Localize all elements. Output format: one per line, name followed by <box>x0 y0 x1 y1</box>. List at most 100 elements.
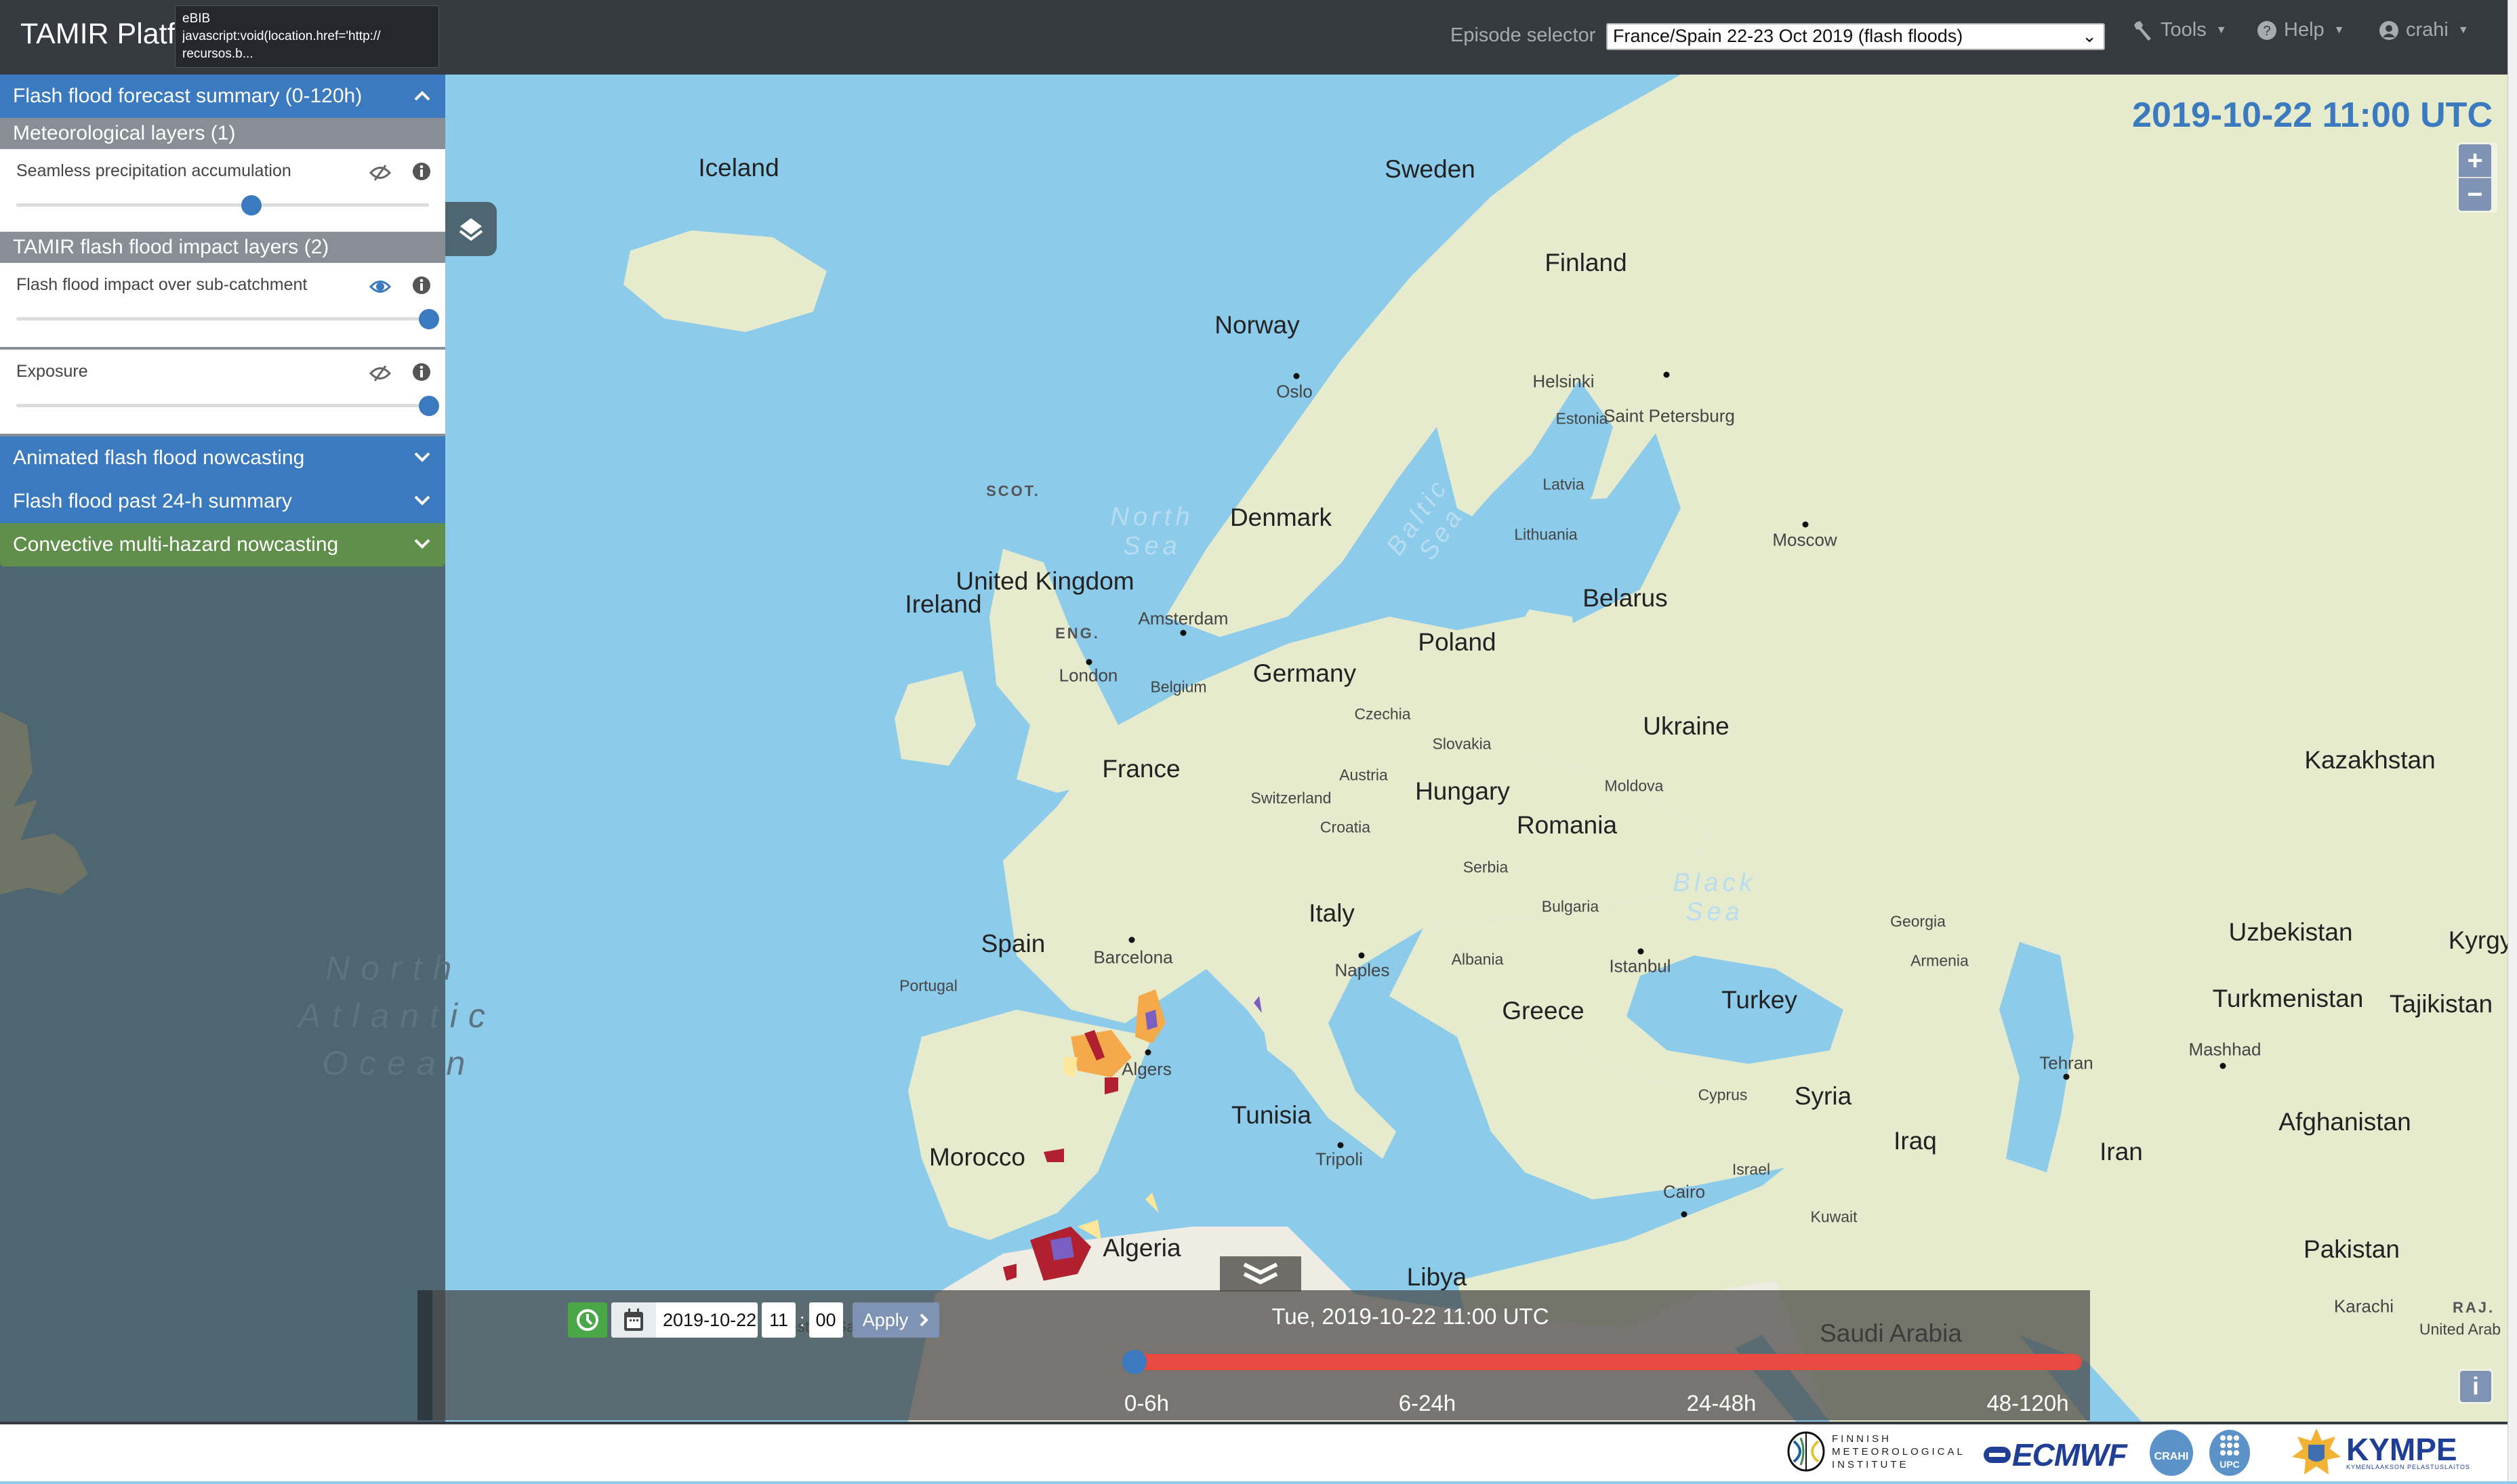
slider-thumb[interactable] <box>241 195 262 215</box>
minute-input[interactable]: 00 <box>809 1302 843 1338</box>
info-icon[interactable] <box>413 275 430 299</box>
apply-button[interactable]: Apply <box>852 1302 939 1338</box>
episode-selector-label: Episode selector <box>1450 24 1596 46</box>
info-icon[interactable] <box>413 362 430 386</box>
clock-button[interactable] <box>568 1302 607 1338</box>
layer-item: Exposure <box>0 350 445 436</box>
timeline-slider[interactable] <box>1122 1350 2082 1374</box>
ecmwf-logo[interactable]: ECMWF <box>1982 1437 2127 1473</box>
sidebar: Flash flood forecast summary (0-120h) Me… <box>0 75 485 1422</box>
zoom-in-button[interactable]: + <box>2459 144 2491 178</box>
info-button[interactable]: i <box>2460 1371 2491 1402</box>
help-label: Help <box>2284 19 2325 41</box>
map-label-romania: Romania <box>1516 811 1618 839</box>
sea-label-north: North <box>325 949 463 987</box>
info-icon[interactable] <box>413 161 430 185</box>
map-label-france: France <box>1102 755 1181 783</box>
layers-toggle-button[interactable] <box>445 202 497 256</box>
map-label-austria: Austria <box>1339 766 1388 784</box>
map-label-united-kingdom: United Kingdom <box>956 567 1134 595</box>
map-label-albania: Albania <box>1451 950 1504 968</box>
accordion-title: Flash flood past 24-h summary <box>13 490 292 512</box>
timeline-tick: 0-6h <box>1124 1390 1170 1416</box>
timeline-handle[interactable] <box>1122 1350 1147 1374</box>
calendar-button[interactable] <box>611 1302 656 1338</box>
time-separator: : <box>800 1309 805 1330</box>
map-label-moscow: Moscow <box>1772 529 1837 550</box>
opacity-slider[interactable] <box>16 396 439 416</box>
accordion-animated-nowcasting[interactable]: Animated flash flood nowcasting <box>0 436 445 480</box>
opacity-slider[interactable] <box>16 309 439 329</box>
calendar-icon <box>624 1308 643 1331</box>
crahi-logo[interactable]: CRAHI <box>2147 1428 2196 1477</box>
chevron-down-icon: ⌄ <box>2082 26 2097 46</box>
eye-slash-icon[interactable] <box>369 365 392 386</box>
map-label-raj-: RAJ. <box>2452 1299 2495 1316</box>
chevron-up-icon[interactable] <box>414 87 430 106</box>
map-label-moldova: Moldova <box>1604 777 1664 795</box>
map-label-sweden: Sweden <box>1385 155 1475 183</box>
group-impact-layers[interactable]: TAMIR flash flood impact layers (2) <box>0 232 445 263</box>
fmi-logo[interactable]: FINNISH METEOROLOGICAL INSTITUTE <box>1786 1431 1965 1472</box>
map-label-hungary: Hungary <box>1415 777 1510 805</box>
help-menu[interactable]: ? Help ▼ <box>2257 19 2345 41</box>
episode-selector[interactable]: France/Spain 22-23 Oct 2019 (flash flood… <box>1606 23 2105 50</box>
map-info-control[interactable]: i <box>2458 1369 2493 1404</box>
episode-selector-value: France/Spain 22-23 Oct 2019 (flash flood… <box>1613 26 1963 46</box>
hour-input[interactable]: 11 <box>762 1302 796 1338</box>
timeline-collapse-button[interactable] <box>1220 1256 1301 1292</box>
upc-logo[interactable]: UPC <box>2207 1428 2253 1477</box>
map-label-kuwait: Kuwait <box>1810 1208 1858 1226</box>
tools-menu[interactable]: Tools ▼ <box>2133 19 2227 41</box>
map-label-iceland: Iceland <box>698 154 779 182</box>
slider-thumb[interactable] <box>419 309 439 329</box>
map-label-algeria: Algeria <box>1103 1234 1181 1262</box>
map-label-naples: Naples <box>1334 960 1390 981</box>
fmi-line: INSTITUTE <box>1832 1458 1909 1470</box>
group-meteorological-layers[interactable]: Meteorological layers (1) <box>0 118 445 149</box>
map-label-lithuania: Lithuania <box>1514 525 1578 543</box>
accordion-past-24h-summary[interactable]: Flash flood past 24-h summary <box>0 480 445 523</box>
window-scrollbar[interactable] <box>2508 0 2517 1481</box>
zoom-out-button[interactable]: − <box>2459 178 2491 211</box>
ecmwf-text: ECMWF <box>2012 1437 2127 1472</box>
date-input[interactable]: 2019-10-22 <box>656 1302 758 1338</box>
map-label-cyprus: Cyprus <box>1698 1086 1748 1104</box>
map-label-iraq: Iraq <box>1894 1127 1937 1155</box>
tooltip-line: recursos.b... <box>182 47 253 61</box>
chevron-down-icon[interactable] <box>414 449 430 468</box>
city-dot <box>1358 952 1365 959</box>
map-label-tehran: Tehran <box>2039 1052 2093 1073</box>
upc-text: UPC <box>2219 1459 2240 1470</box>
slider-thumb[interactable] <box>419 396 439 416</box>
top-navbar: TAMIR Platform eBIB javascript:void(loca… <box>0 0 2508 75</box>
timeline-tick: 6-24h <box>1398 1390 1456 1416</box>
opacity-slider[interactable] <box>16 195 429 215</box>
map-label-belarus: Belarus <box>1582 584 1668 612</box>
crahi-text: CRAHI <box>2154 1451 2189 1462</box>
map-label-united-arab: United Arab <box>2419 1320 2501 1338</box>
map-label-switzerland: Switzerland <box>1250 789 1332 807</box>
map-label-afghanistan: Afghanistan <box>2278 1108 2411 1136</box>
map-label-poland: Poland <box>1418 628 1496 656</box>
chevron-down-icon[interactable] <box>414 535 430 554</box>
city-dot <box>1086 659 1092 665</box>
sea-label-atlantic: Atlantic <box>298 997 496 1035</box>
city-dot <box>1128 936 1135 943</box>
accordion-convective-nowcasting[interactable]: Convective multi-hazard nowcasting <box>0 523 445 566</box>
chevron-right-icon <box>920 1313 929 1327</box>
wrench-icon <box>2134 20 2151 41</box>
kympe-text: KYMPE <box>2346 1432 2457 1467</box>
eye-icon[interactable] <box>369 278 392 299</box>
time-picker: 2019-10-22 11 : 00 Apply <box>568 1302 939 1338</box>
map-label-syria: Syria <box>1794 1082 1852 1110</box>
eye-slash-icon[interactable] <box>369 164 392 185</box>
accordion-forecast-summary[interactable]: Flash flood forecast summary (0-120h) <box>0 75 445 118</box>
map-label-barcelona: Barcelona <box>1093 947 1173 968</box>
kympe-logo[interactable]: KYMPE KYMENLAAKSON PELASTUSLAITOS <box>2291 1427 2470 1479</box>
user-menu[interactable]: crahi ▼ <box>2379 19 2469 41</box>
map-label-israel: Israel <box>1732 1160 1771 1178</box>
map-label-eng-: ENG. <box>1055 625 1100 642</box>
fmi-line: METEOROLOGICAL <box>1832 1445 1965 1458</box>
chevron-down-icon[interactable] <box>414 492 430 511</box>
